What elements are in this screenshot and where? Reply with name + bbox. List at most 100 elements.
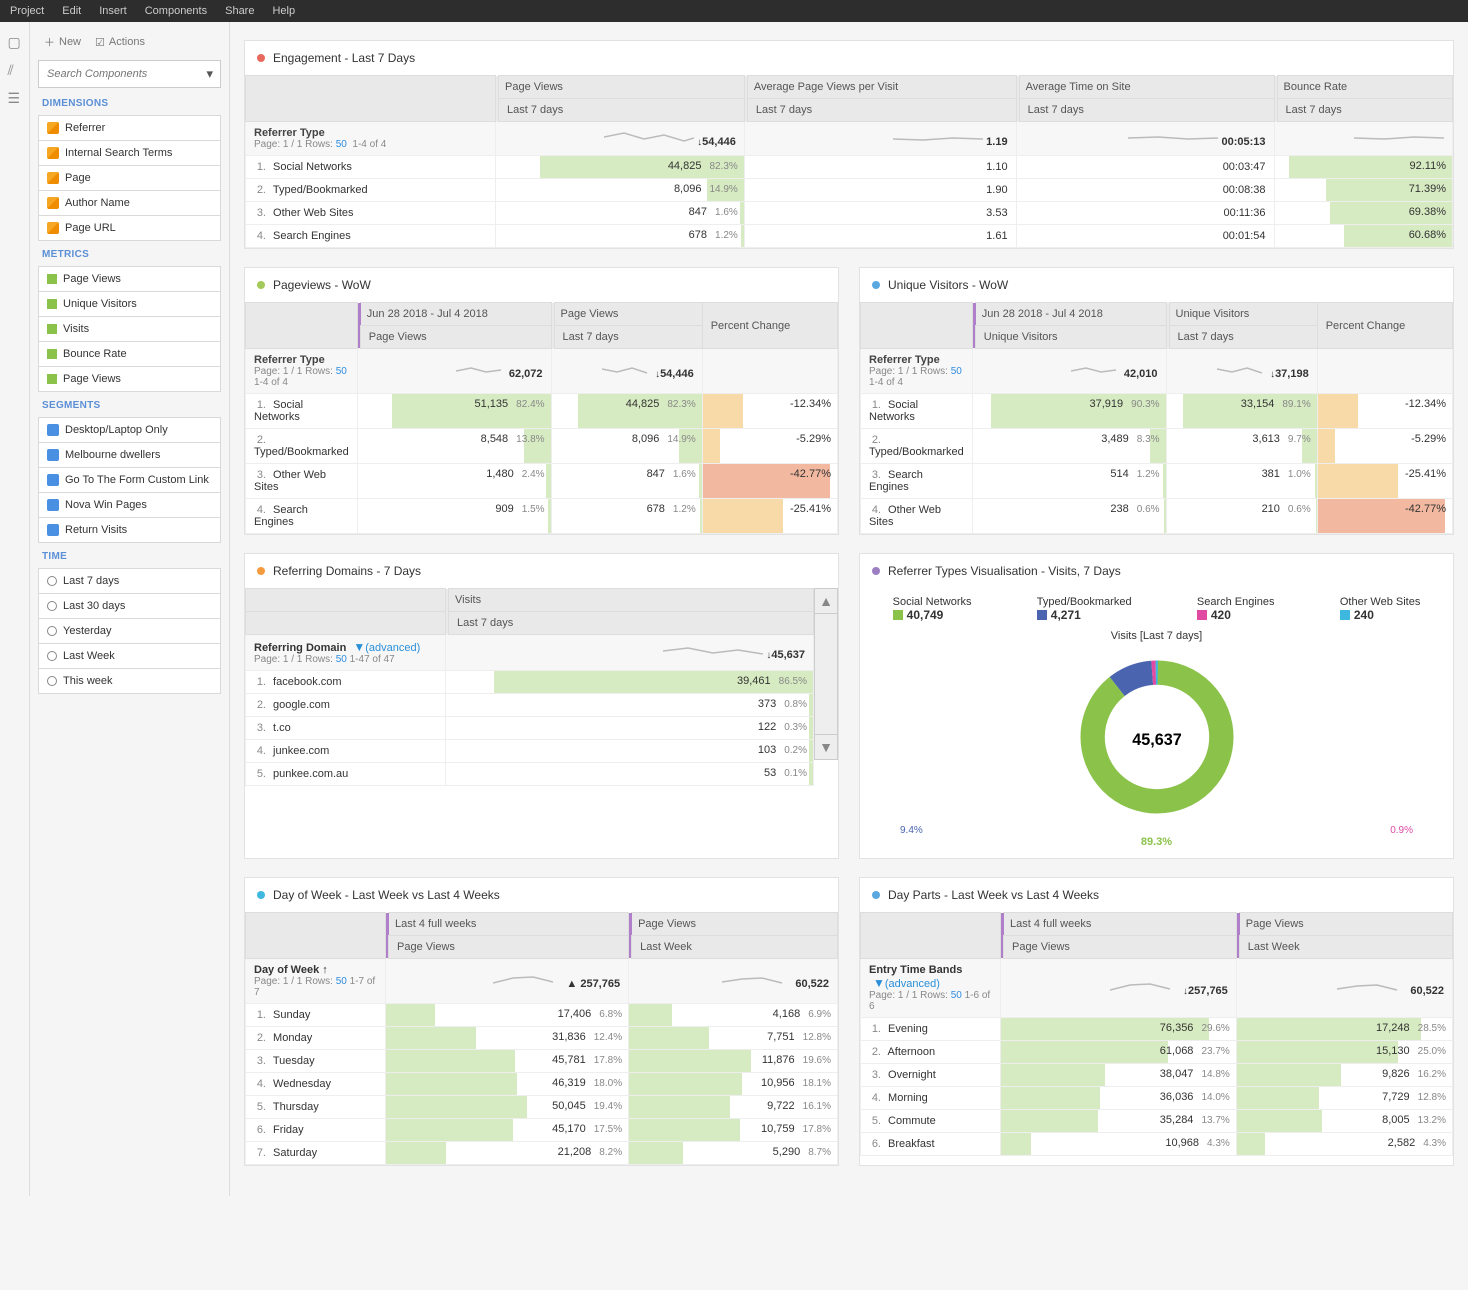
dot-icon	[872, 567, 880, 575]
type-icon	[47, 499, 59, 511]
sidebar-item[interactable]: Bounce Rate	[38, 341, 221, 366]
sidebar-item[interactable]: Desktop/Laptop Only	[38, 417, 221, 442]
type-icon	[47, 324, 57, 334]
type-icon	[47, 601, 57, 611]
sidebar-item[interactable]: Visits	[38, 316, 221, 341]
panel-title: Unique Visitors - WoW	[888, 278, 1008, 292]
scroll-buttons: ▲ ▼	[814, 588, 838, 786]
scroll-down[interactable]: ▼	[814, 734, 838, 760]
row-label[interactable]: 4. Other Web Sites	[861, 499, 973, 534]
row-label[interactable]: 4. Morning	[861, 1087, 1001, 1110]
menu-edit[interactable]: Edit	[62, 5, 81, 17]
list-icon[interactable]: ☰	[8, 90, 22, 104]
actions-button[interactable]: ☑ Actions	[95, 34, 145, 50]
row-label[interactable]: 1. Social Networks	[246, 394, 358, 429]
components-sidebar: ＋ New ☑ Actions ▾ DIMENSIONS ReferrerInt…	[30, 22, 230, 1196]
sidebar-item[interactable]: Author Name	[38, 190, 221, 215]
row-label[interactable]: 4. Search Engines	[246, 225, 496, 248]
row-label[interactable]: 2. Monday	[246, 1027, 386, 1050]
row-label[interactable]: 1. Social Networks	[246, 156, 496, 179]
col-br[interactable]: Bounce Rate	[1277, 76, 1452, 99]
row-label[interactable]: 3. Other Web Sites	[246, 464, 358, 499]
panel-pv-wow: Pageviews - WoW Jun 28 2018 - Jul 4 2018…	[244, 267, 839, 535]
new-button[interactable]: ＋ New	[44, 34, 81, 50]
time-header: TIME	[42, 551, 221, 562]
panel-uv-wow: Unique Visitors - WoW Jun 28 2018 - Jul …	[859, 267, 1454, 535]
row-label[interactable]: 3. Other Web Sites	[246, 202, 496, 225]
donut-chart: 45,637 9.4%0.9% 89.3%	[860, 642, 1453, 858]
panel-reftypes-viz: Referrer Types Visualisation - Visits, 7…	[859, 553, 1454, 859]
sidebar-item[interactable]: Page Views	[38, 366, 221, 392]
row-label[interactable]: 3. Overnight	[861, 1064, 1001, 1087]
sidebar-item[interactable]: Return Visits	[38, 517, 221, 543]
row-label[interactable]: 6. Friday	[246, 1119, 386, 1142]
type-icon	[47, 576, 57, 586]
col-ats[interactable]: Average Time on Site	[1019, 76, 1274, 99]
col-apv[interactable]: Average Page Views per Visit	[747, 76, 1016, 99]
sidebar-item[interactable]: Referrer	[38, 115, 221, 140]
row-label[interactable]: 5. Commute	[861, 1110, 1001, 1133]
row-label[interactable]: 4. junkee.com	[246, 740, 446, 763]
panel-title: Referrer Types Visualisation - Visits, 7…	[888, 564, 1121, 578]
sidebar-item[interactable]: Page URL	[38, 215, 221, 241]
sidebar-item[interactable]: This week	[38, 668, 221, 694]
row-label[interactable]: 5. Thursday	[246, 1096, 386, 1119]
type-icon	[47, 374, 57, 384]
filter-icon[interactable]: ▼	[873, 976, 885, 990]
search-input[interactable]	[38, 60, 221, 88]
dimensions-header: DIMENSIONS	[42, 98, 221, 109]
filter-icon[interactable]: ▾	[206, 66, 213, 82]
panel-dow: Day of Week - Last Week vs Last 4 Weeks …	[244, 877, 839, 1166]
row-label[interactable]: 1. Sunday	[246, 1004, 386, 1027]
row-label[interactable]: 3. Tuesday	[246, 1050, 386, 1073]
row-label[interactable]: 2. Typed/Bookmarked	[246, 179, 496, 202]
filter-icon[interactable]: ▼	[353, 640, 365, 654]
sidebar-item[interactable]: Last 7 days	[38, 568, 221, 593]
row-label[interactable]: 2. Typed/Bookmarked	[861, 429, 973, 464]
menu-insert[interactable]: Insert	[99, 5, 127, 17]
type-icon	[47, 449, 59, 461]
row-label[interactable]: 3. Search Engines	[861, 464, 973, 499]
dim-label[interactable]: Referrer Type	[254, 127, 487, 139]
sidebar-item[interactable]: Nova Win Pages	[38, 492, 221, 517]
sidebar-item[interactable]: Last 30 days	[38, 593, 221, 618]
type-icon	[47, 172, 59, 184]
menu-project[interactable]: Project	[10, 5, 44, 17]
menu-help[interactable]: Help	[272, 5, 295, 17]
scroll-up[interactable]: ▲	[814, 588, 838, 614]
row-label[interactable]: 6. Breakfast	[861, 1133, 1001, 1156]
row-label[interactable]: 1. Social Networks	[861, 394, 973, 429]
sidebar-item[interactable]: Yesterday	[38, 618, 221, 643]
row-label[interactable]: 1. facebook.com	[246, 671, 446, 694]
row-label[interactable]: 4. Search Engines	[246, 499, 358, 534]
row-label[interactable]: 2. Typed/Bookmarked	[246, 429, 358, 464]
sidebar-item[interactable]: Page	[38, 165, 221, 190]
panel-title: Pageviews - WoW	[273, 278, 371, 292]
sidebar-item[interactable]: Go To The Form Custom Link	[38, 467, 221, 492]
type-icon	[47, 676, 57, 686]
sidebar-item[interactable]: Unique Visitors	[38, 291, 221, 316]
row-label[interactable]: 3. t.co	[246, 717, 446, 740]
panel-icon[interactable]: ▢	[8, 34, 22, 48]
left-rail: ▢ ⫽ ☰	[0, 22, 30, 1196]
sidebar-item[interactable]: Melbourne dwellers	[38, 442, 221, 467]
row-label[interactable]: 1. Evening	[861, 1018, 1001, 1041]
type-icon	[47, 274, 57, 284]
type-icon	[47, 147, 59, 159]
dot-icon	[257, 54, 265, 62]
chart-icon[interactable]: ⫽	[8, 62, 22, 76]
sidebar-item[interactable]: Page Views	[38, 266, 221, 291]
sidebar-item[interactable]: Internal Search Terms	[38, 140, 221, 165]
menu-components[interactable]: Components	[145, 5, 207, 17]
menu-share[interactable]: Share	[225, 5, 254, 17]
row-label[interactable]: 5. punkee.com.au	[246, 763, 446, 786]
row-label[interactable]: 2. google.com	[246, 694, 446, 717]
type-icon	[47, 424, 59, 436]
row-label[interactable]: 7. Saturday	[246, 1142, 386, 1165]
col-pv[interactable]: Page Views	[499, 76, 745, 99]
type-icon	[47, 349, 57, 359]
row-label[interactable]: 4. Wednesday	[246, 1073, 386, 1096]
sidebar-item[interactable]: Last Week	[38, 643, 221, 668]
row-label[interactable]: 2. Afternoon	[861, 1041, 1001, 1064]
panel-title: Day of Week - Last Week vs Last 4 Weeks	[273, 888, 500, 902]
